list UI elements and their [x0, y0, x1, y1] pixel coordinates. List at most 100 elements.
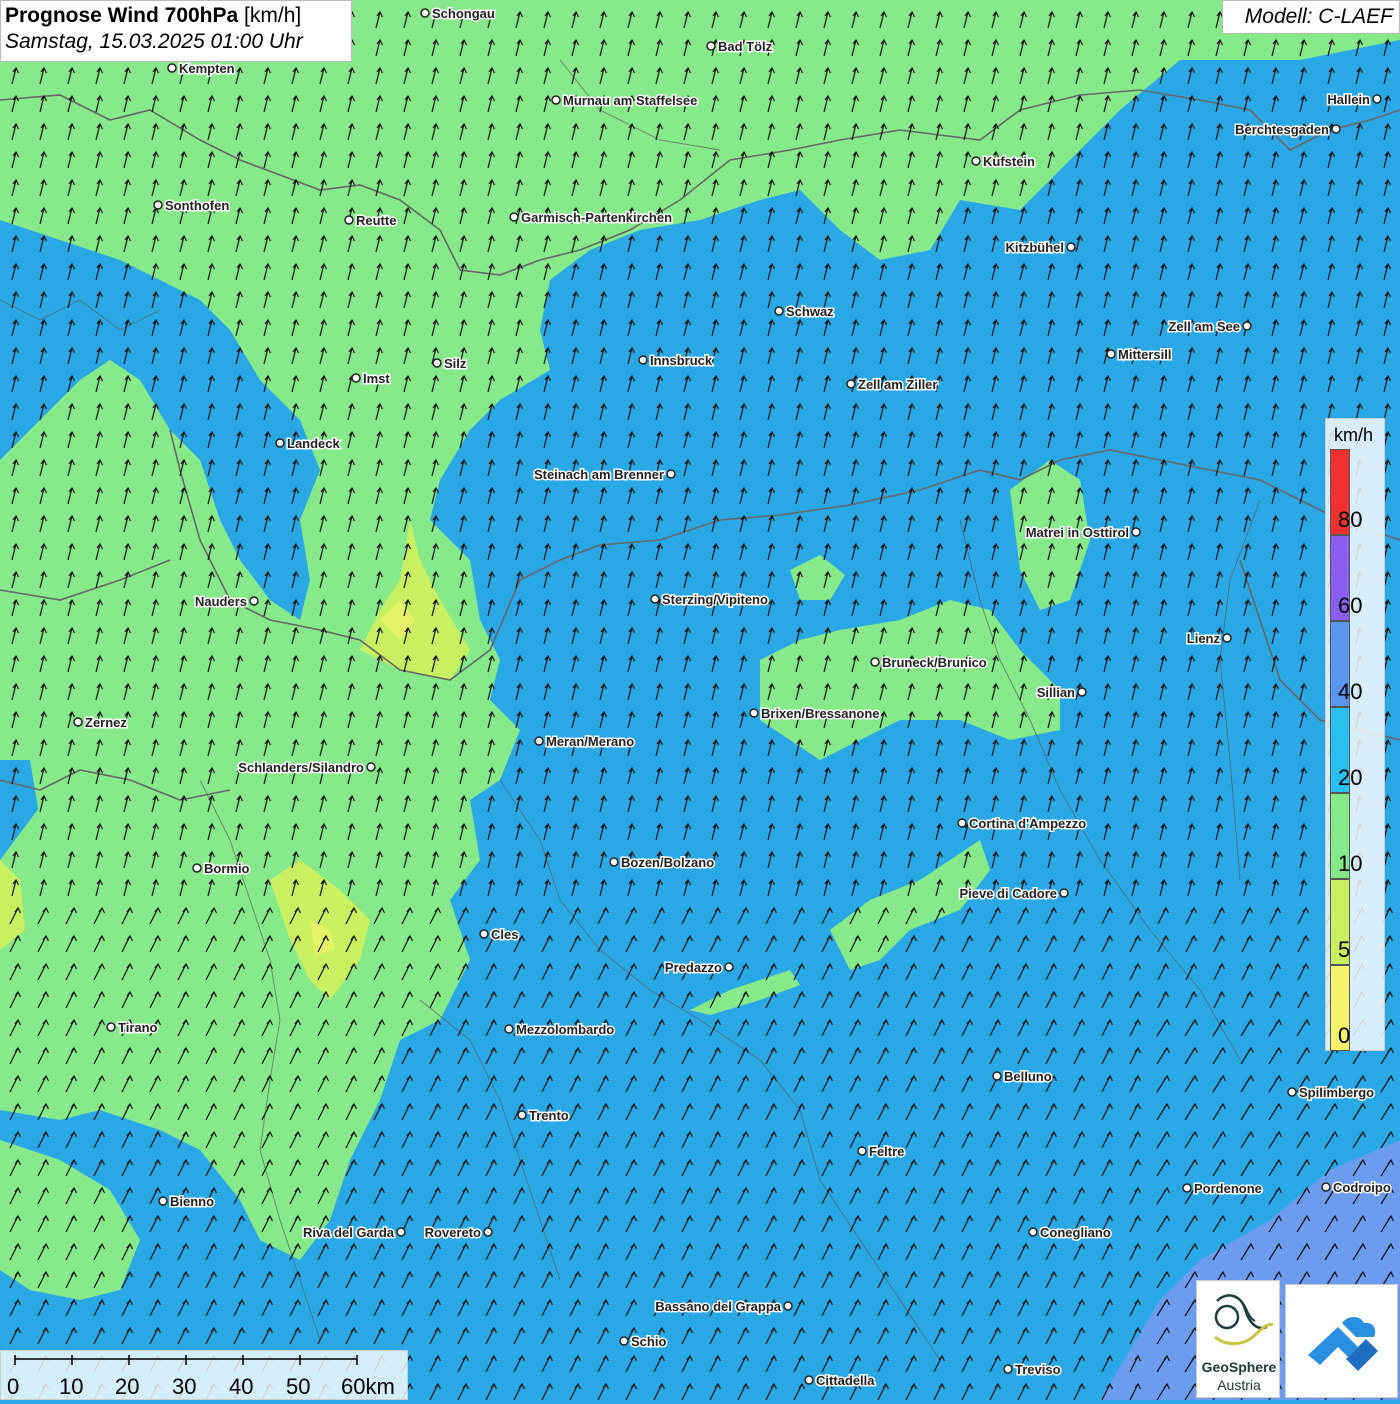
city-dot: [73, 717, 83, 727]
city-dot: [1222, 633, 1232, 643]
city-label: Mezzolombardo: [516, 1022, 614, 1037]
city-label: Matrei in Osttirol: [1026, 525, 1129, 540]
city-dot: [396, 1227, 406, 1237]
city-label: Pordenone: [1194, 1181, 1262, 1196]
city-garmisch-partenkirchen[interactable]: Garmisch-Partenkirchen: [509, 209, 674, 227]
city-label: Landeck: [287, 436, 341, 451]
city-conegliano[interactable]: Conegliano: [1028, 1224, 1112, 1242]
city-dot: [870, 657, 880, 667]
city-dot: [846, 379, 856, 389]
city-label: Zernez: [85, 715, 127, 730]
city-dot: [504, 1024, 514, 1034]
city-dot: [992, 1071, 1002, 1081]
city-label: Sonthofen: [165, 198, 229, 213]
city-meran-merano[interactable]: Meran/Merano: [534, 733, 636, 751]
city-dot: [249, 596, 259, 606]
city-label: Murnau am Staffelsee: [563, 93, 697, 108]
city-pordenone[interactable]: Pordenone: [1182, 1180, 1263, 1198]
city-label: Cortina d'Ampezzo: [969, 816, 1086, 831]
city-innsbruck[interactable]: Innsbruck: [638, 352, 714, 370]
city-dot: [609, 857, 619, 867]
city-dot: [534, 736, 544, 746]
city-label: Pieve di Cadore: [959, 886, 1057, 901]
city-zell-am-ziller[interactable]: Zell am Ziller: [846, 376, 939, 394]
city-dot: [619, 1336, 629, 1346]
city-dot: [517, 1110, 527, 1120]
city-dot: [666, 469, 676, 479]
legend-label-40: 40: [1338, 679, 1363, 704]
city-riva-del-garda[interactable]: Riva del Garda: [301, 1224, 406, 1242]
city-dot: [509, 212, 519, 222]
city-dot: [1372, 94, 1382, 104]
city-cortina-d-ampezzo[interactable]: Cortina d'Ampezzo: [957, 815, 1088, 833]
city-dot: [432, 358, 442, 368]
city-label: Bad Tölz: [718, 39, 773, 54]
city-label: Nauders: [195, 594, 247, 609]
city-matrei-in-osttirol[interactable]: Matrei in Osttirol: [1024, 524, 1141, 542]
scalebar-label-3: 30: [172, 1374, 197, 1399]
wind-map: Schongau Bad Tölz Kempten Murnau am Staffel…: [0, 0, 1400, 1400]
legend-label-10: 10: [1338, 851, 1363, 876]
city-codroipo[interactable]: Codroipo: [1321, 1179, 1392, 1197]
city-murnau-am-staffelsee[interactable]: Murnau am Staffelsee: [551, 92, 699, 110]
city-label: Bienno: [170, 1194, 214, 1209]
city-dot: [106, 1022, 116, 1032]
weather-app-logo[interactable]: [1285, 1284, 1398, 1398]
city-label: Feltre: [869, 1144, 904, 1159]
city-dot: [1287, 1087, 1297, 1097]
city-dot: [275, 438, 285, 448]
city-dot: [1059, 888, 1069, 898]
model-label: Modell: C-LAEF: [1222, 0, 1400, 34]
city-label: Bozen/Bolzano: [621, 855, 714, 870]
city-cittadella[interactable]: Cittadella: [804, 1372, 877, 1390]
city-pieve-di-cadore[interactable]: Pieve di Cadore: [958, 885, 1069, 903]
city-dot: [420, 8, 430, 18]
city-zell-am-see[interactable]: Zell am See: [1167, 318, 1252, 336]
city-dot: [971, 156, 981, 166]
city-label: Berchtesgaden: [1235, 122, 1329, 137]
city-dot: [551, 95, 561, 105]
city-label: Schongau: [432, 6, 495, 21]
scalebar-label-2: 20: [115, 1374, 140, 1399]
city-dot: [957, 818, 967, 828]
scalebar-line: [14, 1355, 358, 1365]
scalebar-label-5: 50: [286, 1374, 311, 1399]
city-label: Imst: [363, 371, 390, 386]
city-label: Sillian: [1037, 685, 1075, 700]
city-label: Kitzbühel: [1006, 240, 1065, 255]
city-steinach-am-brenner[interactable]: Steinach am Brenner: [532, 466, 676, 484]
scalebar-label-6: 60km: [341, 1374, 395, 1399]
city-dot: [366, 762, 376, 772]
city-mezzolombardo[interactable]: Mezzolombardo: [504, 1021, 616, 1039]
geosphere-logo[interactable]: GeoSphere Austria: [1196, 1280, 1280, 1398]
city-schlanders-silandro[interactable]: Schlanders/Silandro: [237, 759, 376, 777]
legend-unit: km/h: [1334, 425, 1374, 445]
city-berchtesgaden[interactable]: Berchtesgaden: [1234, 121, 1341, 139]
city-dot: [153, 200, 163, 210]
city-sonthofen[interactable]: Sonthofen: [153, 197, 231, 215]
city-dot: [638, 355, 648, 365]
map-title-unit: [km/h]: [244, 4, 302, 27]
city-label: Schlanders/Silandro: [238, 760, 364, 775]
city-bassano-del-grappa[interactable]: Bassano del Grappa: [654, 1298, 793, 1316]
city-dot: [1028, 1227, 1038, 1237]
city-spilimbergo[interactable]: Spilimbergo: [1287, 1084, 1376, 1102]
city-dot: [167, 63, 177, 73]
map-title: Prognose Wind 700hPa [km/h]: [5, 4, 347, 28]
city-label: Innsbruck: [650, 353, 713, 368]
city-label: Bassano del Grappa: [655, 1299, 781, 1314]
city-sterzing-vipiteno[interactable]: Sterzing/Vipiteno: [650, 591, 769, 609]
city-bruneck-brunico[interactable]: Bruneck/Brunico: [870, 654, 988, 672]
city-dot: [1321, 1182, 1331, 1192]
city-schongau[interactable]: Schongau: [420, 5, 496, 23]
city-dot: [706, 41, 716, 51]
city-label: Kufstein: [983, 154, 1035, 169]
city-bozen-bolzano[interactable]: Bozen/Bolzano: [609, 854, 716, 872]
city-brixen-bressanone[interactable]: Brixen/Bressanone: [749, 705, 881, 723]
forecast-datetime: Samstag, 15.03.2025 01:00 Uhr: [5, 30, 303, 53]
city-label: Rovereto: [425, 1225, 481, 1240]
city-label: Lienz: [1187, 631, 1221, 646]
legend-label-5: 5: [1338, 937, 1351, 962]
city-label: Riva del Garda: [303, 1225, 395, 1240]
city-label: Hallein: [1327, 92, 1370, 107]
